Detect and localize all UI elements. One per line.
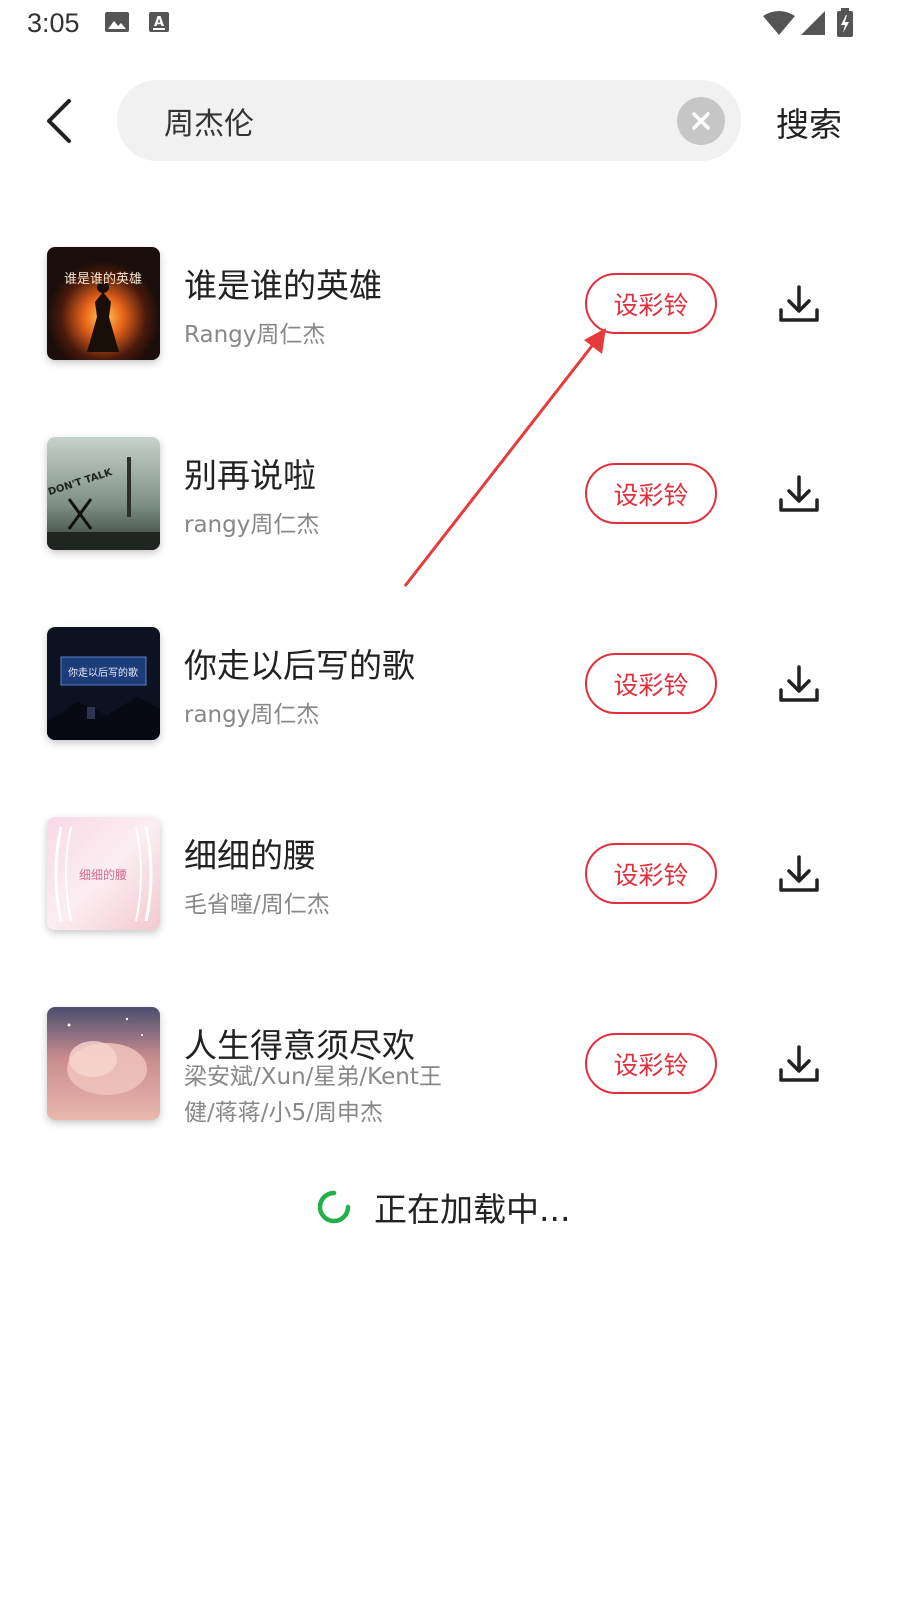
list-item[interactable]: 你走以后写的歌 你走以后写的歌 rangy周仁杰 设彩铃 [0,627,900,777]
battery-charging-icon [837,8,853,37]
album-cover: 细细的腰 [47,817,160,930]
loading-indicator: 正在加载中... [316,1182,570,1232]
song-artist: 毛省曈/周仁杰 [184,892,330,918]
set-ringtone-button[interactable]: 设彩铃 [585,843,717,904]
album-cover: 你走以后写的歌 [47,627,160,740]
album-cover: 谁是谁的英雄 [47,247,160,360]
download-button[interactable] [774,471,824,517]
chevron-left-icon [47,99,71,143]
status-time: 3:05 [27,8,80,38]
song-artist: rangy周仁杰 [184,512,320,538]
song-title: 谁是谁的英雄 [184,266,382,305]
list-item[interactable]: 人生得意须尽欢 梁安斌/Xun/星弟/Kent王健/蒋蒋/小5/周申杰 设彩铃 [0,1007,900,1157]
close-icon [692,112,710,130]
cell-signal-icon [801,11,825,35]
search-button[interactable]: 搜索 [776,98,842,146]
download-button[interactable] [774,281,824,327]
loading-text: 正在加载中... [374,1190,571,1229]
image-icon [105,12,129,32]
cover-text: 你走以后写的歌 [68,666,138,679]
song-artist: Rangy周仁杰 [184,322,326,348]
download-icon [779,855,819,892]
download-button[interactable] [774,851,824,897]
status-bar: 3:05 A [0,0,900,48]
song-artist: rangy周仁杰 [184,702,320,728]
song-title: 你走以后写的歌 [184,646,415,685]
search-input[interactable] [164,80,664,161]
spinner-icon [317,1190,351,1224]
list-item[interactable]: 谁是谁的英雄 谁是谁的英雄 Rangy周仁杰 设彩铃 [0,247,900,397]
svg-text:A: A [154,15,164,30]
song-artist: 梁安斌/Xun/星弟/Kent王健/蒋蒋/小5/周申杰 [184,1064,442,1126]
cover-text: 谁是谁的英雄 [64,271,142,287]
album-cover: DON'T TALK [47,437,160,550]
download-button[interactable] [774,661,824,707]
set-ringtone-button[interactable]: 设彩铃 [585,273,717,334]
download-icon [779,665,819,702]
download-icon [779,285,819,322]
set-ringtone-button[interactable]: 设彩铃 [585,653,717,714]
list-item[interactable]: DON'T TALK 别再说啦 rangy周仁杰 设彩铃 [0,437,900,587]
search-box [117,80,741,161]
set-ringtone-button[interactable]: 设彩铃 [585,463,717,524]
cover-text: 细细的腰 [79,867,127,882]
download-button[interactable] [774,1041,824,1087]
wifi-icon [763,11,795,35]
song-title: 别再说啦 [184,456,316,495]
clear-search-button[interactable] [677,97,725,145]
set-ringtone-button[interactable]: 设彩铃 [585,1033,717,1094]
download-icon [779,1045,819,1082]
album-cover [47,1007,160,1120]
song-title: 细细的腰 [184,836,316,875]
back-button[interactable] [30,92,88,150]
a-icon: A [149,12,169,32]
download-icon [779,475,819,512]
list-item[interactable]: 细细的腰 细细的腰 毛省曈/周仁杰 设彩铃 [0,817,900,967]
annotation-arrow [403,328,606,587]
